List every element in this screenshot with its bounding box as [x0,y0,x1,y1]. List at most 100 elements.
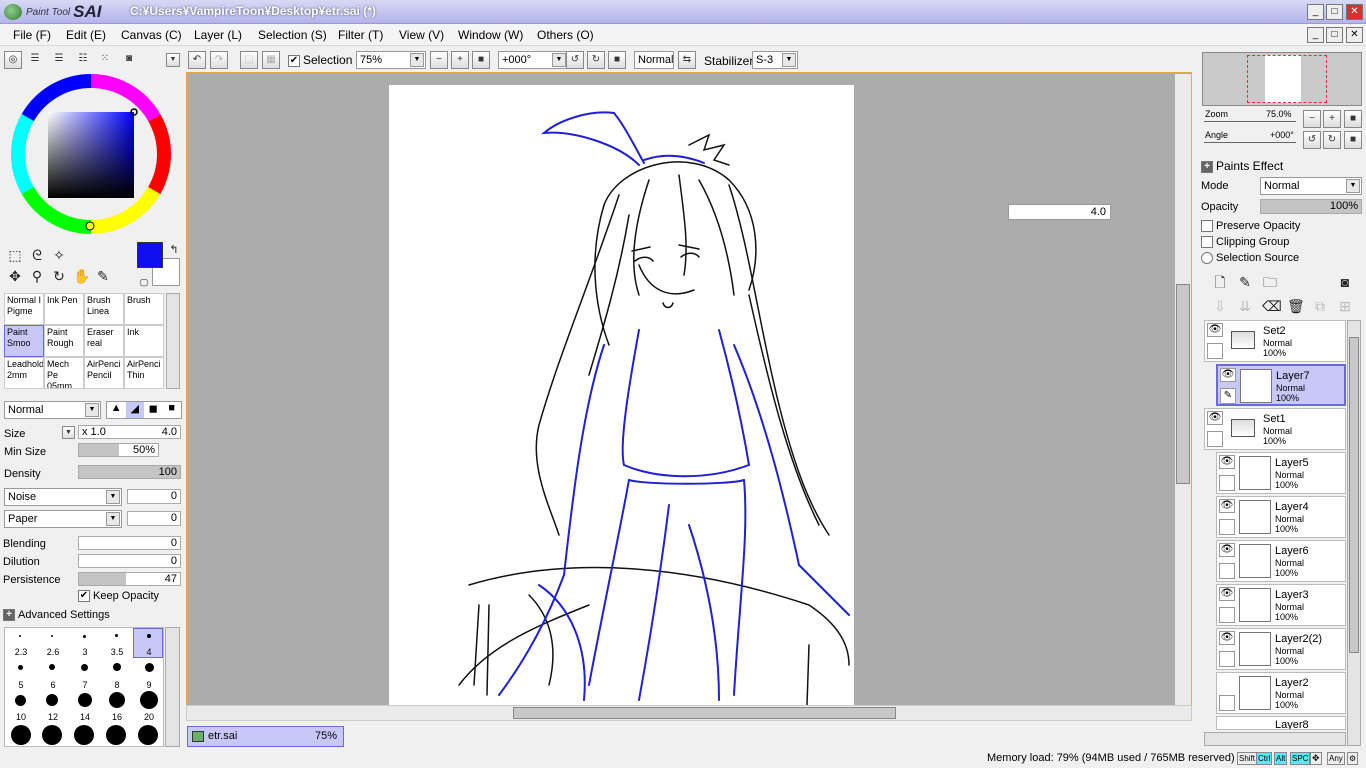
brush-slot[interactable]: Eraser real [84,325,124,357]
paints-effect-toggle[interactable]: + Paints Effect [1201,159,1283,173]
size-dot[interactable] [106,725,126,745]
layer-lock-toggle[interactable] [1219,563,1235,579]
layer-list-scrollbar[interactable] [1347,320,1361,746]
stabilizer-select[interactable]: S-3 ▼ [752,51,798,69]
layer-lock-toggle[interactable] [1219,607,1235,623]
flatten-icon[interactable]: ⊞ [1337,298,1353,314]
blending-slider[interactable]: 0 [78,536,181,550]
color-wheel-tab-icon[interactable]: ◎ [4,51,22,69]
delete-layer-icon[interactable]: 🗑 [1287,298,1305,314]
size-dot[interactable] [19,635,21,637]
move-icon[interactable]: ✥ [7,268,23,284]
swatch-tab-icon[interactable]: ☷ [74,51,92,69]
minimize-button[interactable]: _ [1307,4,1324,20]
doc-close-button[interactable]: ✕ [1346,27,1363,43]
noise-select[interactable]: Noise ▼ [4,488,122,506]
clipping-group-checkbox[interactable]: Clipping Group [1201,236,1289,249]
visibility-eye-icon[interactable]: 👁 [1219,543,1235,557]
brush-slot[interactable]: Leadhold 2mm [4,357,44,389]
new-layer-icon[interactable]: 🗋 [1212,274,1228,290]
transfer-down-icon[interactable]: ⇩ [1212,298,1228,314]
swap-colors-icon[interactable]: ↰ [166,242,182,258]
document-tab[interactable]: etr.sai 75% [187,726,344,747]
doc-restore-button[interactable]: □ [1326,27,1343,43]
size-dot[interactable] [138,725,158,745]
rotate-icon[interactable]: ↻ [51,268,67,284]
layer-horizontal-scrollbar[interactable] [1204,732,1346,746]
zoom-reset-icon[interactable]: ■ [472,51,490,69]
menu-edit[interactable]: Edit (E) [66,28,106,42]
navigator-viewport[interactable] [1247,55,1327,103]
brush-slot[interactable]: Paint Rough [44,325,84,357]
horizontal-scroll-thumb[interactable] [513,707,896,719]
nav-zoom-out-icon[interactable]: − [1303,110,1321,128]
menu-layer[interactable]: Layer (L) [194,28,242,42]
layer-item[interactable]: 👁 Layer6 Normal 100% [1216,540,1346,582]
redo-icon[interactable]: ↷ [210,51,228,69]
brush-slot[interactable]: AirPenci Thin [124,357,164,389]
shape-round-icon[interactable]: ◼ [144,402,163,418]
vertical-scroll-thumb[interactable] [1176,284,1190,484]
brush-size-scrollbar[interactable] [165,627,180,747]
angle-select[interactable]: +000° ▼ [498,51,568,69]
brush-scrollbar[interactable] [166,293,180,389]
flip-icon[interactable]: ⇆ [678,51,696,69]
hand-icon[interactable]: ✋ [73,268,90,284]
size-dot[interactable] [147,634,151,638]
selection-checkbox[interactable]: ✔ Selection [288,53,352,67]
menu-selection[interactable]: Selection (S) [258,28,327,42]
size-dot[interactable] [83,635,86,638]
drawing-canvas[interactable] [389,85,854,707]
pen-edit-icon[interactable]: ✎ [1220,388,1236,404]
visibility-eye-icon[interactable]: 👁 [1219,587,1235,601]
layer-item[interactable]: Layer2 Normal 100% [1216,672,1346,714]
zoom-in-icon[interactable]: + [451,51,469,69]
layer-scroll-thumb[interactable] [1349,337,1359,653]
layer-lock-toggle[interactable] [1207,431,1223,447]
transparent-color-icon[interactable]: ▢ [136,274,152,290]
close-button[interactable]: ✕ [1346,4,1363,20]
menu-file[interactable]: File (F) [13,28,51,42]
rgb-slider-tab-icon[interactable]: ☰ [26,51,44,69]
rotate-ccw-icon[interactable]: ↺ [566,51,584,69]
layer-item[interactable]: 👁 Layer2(2) Normal 100% [1216,628,1346,670]
eyedropper-icon[interactable]: ✎ [95,268,111,284]
size-dot[interactable] [49,664,55,670]
zoom-icon[interactable]: ⚲ [29,268,45,284]
view-mode-field[interactable]: Normal [634,51,674,69]
size-slider[interactable]: x 1.0 4.0 [78,425,181,439]
advanced-settings-toggle[interactable]: + Advanced Settings [3,609,110,622]
size-dot[interactable] [15,695,26,706]
size-dot[interactable] [74,725,94,745]
deselect-icon[interactable]: ⬚ [240,51,258,69]
maximize-button[interactable]: □ [1326,4,1343,20]
magic-wand-icon[interactable]: ✧ [51,247,67,263]
panel-menu-icon[interactable]: ▼ [166,53,180,67]
layer-opacity-slider[interactable]: 100% [1260,199,1362,214]
merge-down-icon[interactable]: ⇊ [1237,298,1253,314]
layer-mask-icon[interactable]: ◙ [1337,274,1353,290]
canvas-area[interactable] [186,72,1192,720]
size-dot[interactable] [109,692,125,708]
density-slider[interactable]: 100 [78,465,181,479]
layer-lock-toggle[interactable] [1207,343,1223,359]
visibility-eye-icon[interactable]: 👁 [1219,455,1235,469]
layer-lock-toggle[interactable] [1219,519,1235,535]
layer-item[interactable]: 👁 Layer5 Normal 100% [1216,452,1346,494]
menu-view[interactable]: View (V) [399,28,444,42]
brush-slot[interactable]: Brush Linea [84,293,124,325]
nav-rotate-cw-icon[interactable]: ↻ [1323,131,1341,149]
preserve-opacity-checkbox[interactable]: Preserve Opacity [1201,220,1300,233]
brush-mode-select[interactable]: Normal ▼ [4,401,101,419]
minsize-slider[interactable]: 50% [78,443,159,457]
size-dropdown-icon[interactable]: ▼ [62,426,75,439]
layer-folder[interactable]: 👁 Set1 Normal 100% [1204,408,1346,450]
brush-slot[interactable]: Normal I Pigme [4,293,44,325]
layer-item-selected[interactable]: 👁 ✎ Layer7 Normal 100% [1216,364,1346,406]
canvas-vertical-scrollbar[interactable] [1175,74,1191,705]
brush-slot[interactable]: AirPenci Pencil [84,357,124,389]
keep-opacity-checkbox[interactable]: ✔ Keep Opacity [78,590,159,603]
navigator-preview[interactable] [1202,52,1362,106]
size-dot[interactable] [81,664,88,671]
visibility-eye-icon[interactable]: 👁 [1219,631,1235,645]
